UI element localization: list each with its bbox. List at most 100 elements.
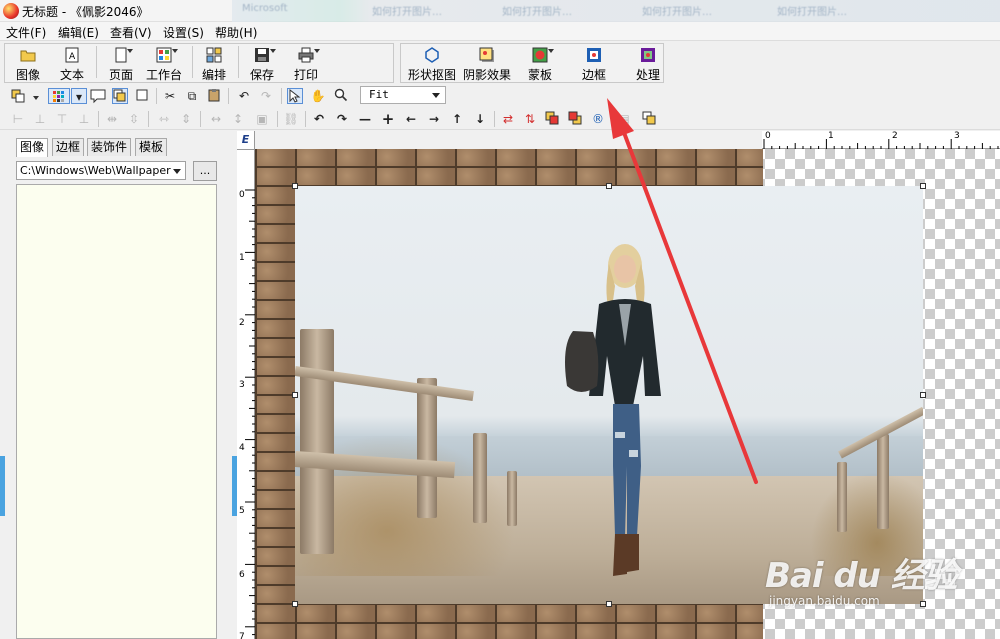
resize-handle[interactable] (606, 183, 612, 189)
shadow-effect-button[interactable]: 阴影效果 (461, 44, 513, 82)
hand-pan-icon[interactable]: ✋ (310, 88, 326, 104)
layer-backward-icon[interactable] (567, 111, 583, 127)
ungroup-icon[interactable] (641, 111, 657, 127)
align-bottom-icon[interactable]: ⊥ (76, 111, 92, 127)
chevron-down-icon[interactable] (33, 96, 39, 100)
photo-fence-post (837, 462, 847, 532)
flip-vertical-icon[interactable]: ⇅ (522, 111, 538, 127)
photo-fence-post (507, 471, 517, 526)
space-horizontal-icon[interactable]: ⇿ (156, 111, 172, 127)
align-left-icon[interactable]: ⊢ (10, 111, 26, 127)
toolbar-divider (98, 111, 99, 127)
chevron-down-icon (432, 93, 440, 98)
space-vertical-icon[interactable]: ⇕ (178, 111, 194, 127)
align-top-icon[interactable]: ⊤ (54, 111, 70, 127)
tab-template[interactable]: 模板 (135, 138, 168, 156)
chevron-down-icon[interactable] (127, 49, 133, 53)
zoom-select[interactable]: Fit (360, 86, 446, 104)
browse-button[interactable]: ... (193, 161, 217, 181)
browser-tab[interactable]: 如何打开图片… (502, 3, 572, 18)
ruler-label: 1 (239, 253, 245, 263)
paste-icon[interactable] (206, 88, 222, 104)
chevron-down-icon[interactable]: ▾ (71, 88, 87, 104)
folder-path-select[interactable]: C:\Windows\Web\Wallpaper (16, 161, 186, 180)
align-center-icon[interactable]: ⊥ (32, 111, 48, 127)
shrink-icon[interactable]: — (357, 111, 373, 127)
color-grid-icon[interactable] (48, 88, 70, 104)
same-size-icon[interactable]: ▣ (254, 111, 270, 127)
resize-handle[interactable] (920, 183, 926, 189)
distribute-vertical-icon[interactable]: ⇳ (126, 111, 142, 127)
toolbar-divider (281, 88, 282, 104)
move-up-icon[interactable]: ↑ (449, 111, 465, 127)
resize-handle[interactable] (920, 392, 926, 398)
group-icon[interactable]: ▤ (616, 111, 632, 127)
horizontal-ruler: 0 1 2 3 (762, 131, 1000, 149)
image-file-list[interactable] (16, 184, 217, 639)
menu-file[interactable]: 文件(F) (6, 24, 46, 41)
zoom-icon[interactable] (333, 88, 349, 104)
workbench-button[interactable]: 工作台 (144, 44, 184, 82)
browser-tab[interactable]: 如何打开图片… (642, 3, 712, 18)
text-button[interactable]: A 文本 (56, 44, 88, 82)
shape-cutout-button[interactable]: 形状抠图 (406, 44, 458, 82)
watermark-brand: Bai du 经验 (765, 556, 958, 596)
frame-icon[interactable] (134, 88, 150, 104)
menu-settings[interactable]: 设置(S) (163, 24, 204, 41)
window-title: 无标题 - 《佩影2046》 (22, 5, 149, 19)
printer-icon (298, 47, 314, 63)
tab-decoration[interactable]: 装饰件 (87, 138, 132, 156)
rotate-left-icon[interactable]: ↶ (311, 111, 327, 127)
ruler-label: 3 (954, 131, 960, 141)
same-width-icon[interactable]: ↔ (208, 111, 224, 127)
distribute-horizontal-icon[interactable]: ⇹ (104, 111, 120, 127)
browser-tab[interactable]: Microsoft (242, 3, 288, 18)
redo-icon[interactable]: ↷ (258, 88, 274, 104)
resize-handle[interactable] (292, 601, 298, 607)
toolbar-divider (238, 46, 239, 78)
text-icon: A (65, 47, 79, 63)
resize-handle[interactable] (292, 392, 298, 398)
enlarge-icon[interactable]: + (380, 111, 396, 127)
move-left-icon[interactable]: ← (403, 111, 419, 127)
menu-view[interactable]: 查看(V) (110, 24, 152, 41)
reset-rotation-icon[interactable]: ® (590, 111, 606, 127)
vertical-ruler-ticks (245, 189, 255, 636)
link-icon[interactable]: ⛓ (283, 111, 299, 127)
photo-fence-post (300, 329, 334, 554)
resize-handle[interactable] (292, 183, 298, 189)
chevron-down-icon[interactable] (172, 49, 178, 53)
shape-cutout-icon (425, 47, 439, 63)
flip-horizontal-icon[interactable]: ⇄ (500, 111, 516, 127)
bring-front-icon[interactable] (112, 88, 128, 104)
menu-help[interactable]: 帮助(H) (215, 24, 257, 41)
rotate-right-icon[interactable]: ↷ (334, 111, 350, 127)
resize-handle[interactable] (606, 601, 612, 607)
shadow-effect-icon (479, 47, 494, 62)
layout-button[interactable]: 编排 (198, 44, 230, 82)
copy-icon[interactable]: ⧉ (184, 88, 200, 104)
ruler-unit-corner[interactable]: E (237, 131, 255, 150)
border-button[interactable]: 边框 (578, 44, 610, 82)
left-dock-handle[interactable] (0, 456, 5, 516)
toolbar-divider (200, 111, 201, 127)
chevron-down-icon[interactable] (270, 49, 276, 53)
image-button[interactable]: 图像 (12, 44, 44, 82)
undo-icon[interactable]: ↶ (236, 88, 252, 104)
comment-icon[interactable] (90, 88, 106, 104)
same-height-icon[interactable]: ↕ (230, 111, 246, 127)
chevron-down-icon[interactable] (314, 49, 320, 53)
move-down-icon[interactable]: ↓ (472, 111, 488, 127)
move-right-icon[interactable]: → (426, 111, 442, 127)
browser-tab[interactable]: 如何打开图片… (777, 3, 847, 18)
chevron-down-icon[interactable] (548, 49, 554, 53)
browser-tab[interactable]: 如何打开图片… (372, 3, 442, 18)
tab-border[interactable]: 边框 (52, 138, 85, 156)
menu-edit[interactable]: 编辑(E) (58, 24, 99, 41)
pointer-icon[interactable] (287, 88, 303, 104)
layer-forward-icon[interactable] (544, 111, 560, 127)
process-button[interactable]: 处理 (632, 44, 664, 82)
select-object-icon[interactable] (10, 88, 26, 104)
tab-image[interactable]: 图像 (16, 138, 49, 157)
cut-icon[interactable]: ✂ (162, 88, 178, 104)
